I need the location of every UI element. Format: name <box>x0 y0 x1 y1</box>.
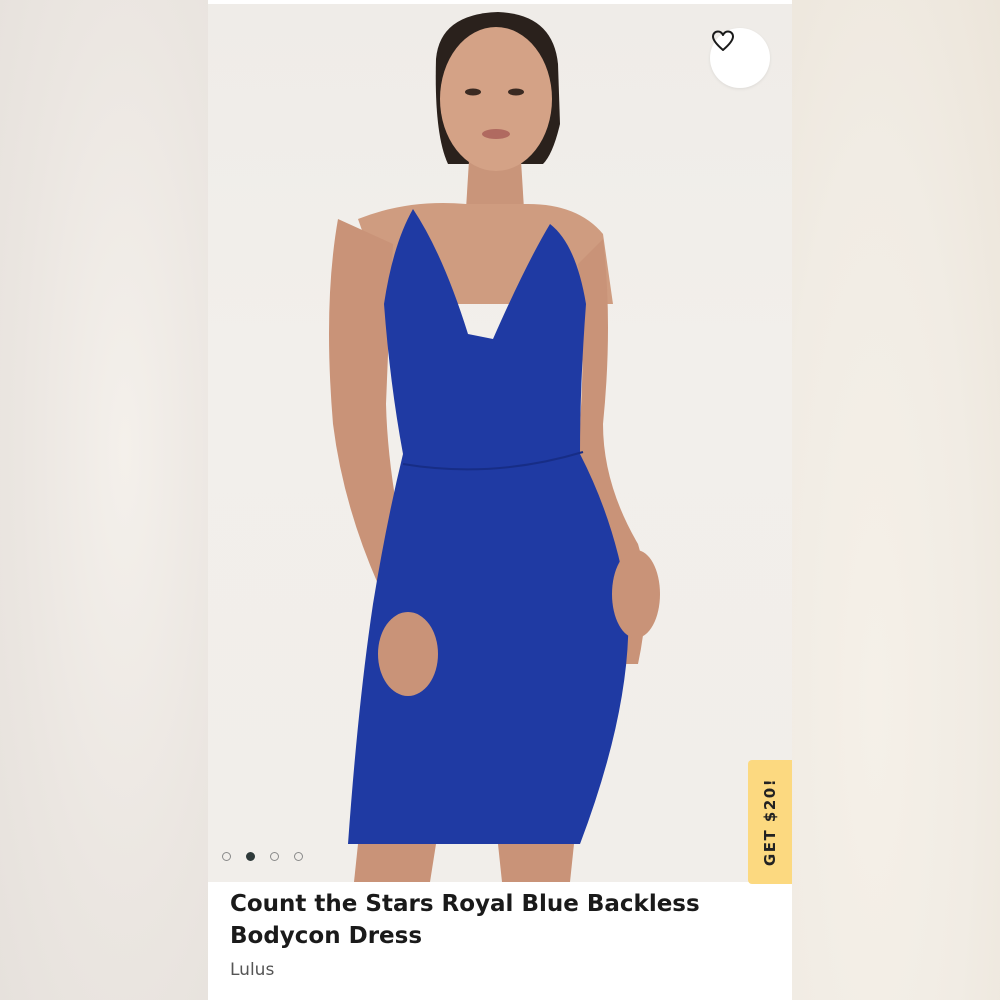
product-photo[interactable] <box>208 4 792 882</box>
carousel-dot-4[interactable] <box>294 852 303 861</box>
promo-tab[interactable]: GET $20! <box>748 760 792 884</box>
carousel-dot-1[interactable] <box>222 852 231 861</box>
left-backdrop <box>0 0 208 1000</box>
carousel-dot-2-active[interactable] <box>246 852 255 861</box>
heart-outline-icon <box>712 30 734 51</box>
listing-card: GET $20! Count the Stars Royal Blue Back… <box>208 0 792 1000</box>
brand-name[interactable]: Lulus <box>230 960 770 980</box>
like-button[interactable] <box>710 28 770 88</box>
promo-label: GET $20! <box>761 777 780 867</box>
listing-title[interactable]: Count the Stars Royal Blue Backless Body… <box>230 888 770 952</box>
right-backdrop <box>792 0 1000 1000</box>
carousel-indicator <box>222 852 303 861</box>
model-illustration <box>329 12 660 882</box>
carousel-dot-3[interactable] <box>270 852 279 861</box>
listing-info: Count the Stars Royal Blue Backless Body… <box>230 888 770 980</box>
